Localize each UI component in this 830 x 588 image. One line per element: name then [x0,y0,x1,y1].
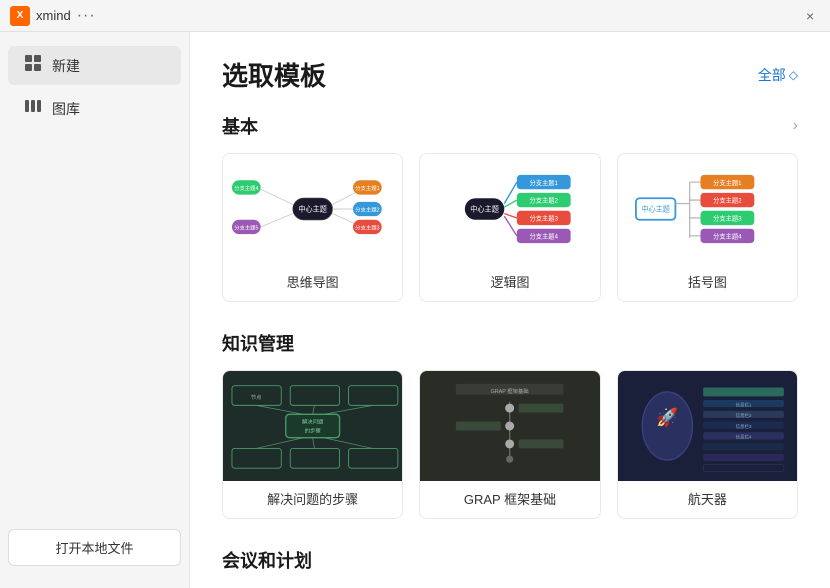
section-meeting: 会议和计划 [222,547,798,573]
bracket-preview: 中心主题 分支主题1 分支主题2 [618,154,797,264]
grap-label: GRAP 框架基础 [420,481,599,518]
svg-text:分支主题2: 分支主题2 [713,196,742,205]
template-mindmap[interactable]: 中心主题 分支主题4 分支主题1 分支主题2 [222,153,403,302]
svg-text:GRAP 框架基础: GRAP 框架基础 [491,387,529,395]
svg-text:分支主题3: 分支主题3 [713,214,742,223]
template-bracket[interactable]: 中心主题 分支主题1 分支主题2 [617,153,798,302]
svg-text:分支主题3: 分支主题3 [530,214,559,223]
page-title: 选取模板 [222,56,326,93]
logic-preview: 中心主题 分支主题1 分支主题2 分支主题3 [420,154,599,264]
section-basic-title: 基本 [222,113,258,139]
new-icon [24,54,42,77]
svg-text:信息栏2: 信息栏2 [735,412,751,419]
title-bar-left: X xmind ··· [10,6,96,26]
svg-text:信息栏3: 信息栏3 [735,423,751,430]
content-area: 选取模板 全部 ◇ 基本 › 中心主题 [190,32,830,588]
section-basic: 基本 › 中心主题 分支主题4 [222,113,798,302]
title-bar-dots[interactable]: ··· [77,7,96,25]
bracket-label: 括号图 [618,264,797,301]
aerospace-preview: 🚀 信息栏1 信息栏2 信息栏3 信息栏4 [618,371,797,481]
app-name: xmind [36,8,71,23]
sidebar-item-library[interactable]: 图库 [8,89,181,128]
section-knowledge-grid: 节点 解决问题 的步骤 [222,370,798,519]
section-knowledge-title: 知识管理 [222,330,294,356]
svg-text:分支主题4: 分支主题4 [530,232,559,241]
svg-text:分支主题1: 分支主题1 [355,184,379,192]
svg-text:节点: 节点 [251,394,262,401]
sidebar-item-library-label: 图库 [52,99,80,119]
section-basic-grid: 中心主题 分支主题4 分支主题1 分支主题2 [222,153,798,302]
sidebar-bottom: 打开本地文件 [0,519,189,576]
main-layout: 新建 图库 打开本地文件 选取模板 全部 ◇ [0,32,830,588]
template-aerospace[interactable]: 🚀 信息栏1 信息栏2 信息栏3 信息栏4 [617,370,798,519]
section-meeting-title: 会议和计划 [222,547,312,573]
svg-text:分支主题3: 分支主题3 [355,224,379,232]
svg-text:分支主题1: 分支主题1 [713,178,742,187]
svg-text:分支主题5: 分支主题5 [234,224,258,232]
page-header: 选取模板 全部 ◇ [222,56,798,93]
svg-text:中心主题: 中心主题 [298,205,327,214]
section-basic-arrow[interactable]: › [793,117,798,135]
svg-text:分支主题2: 分支主题2 [530,196,559,205]
mindmap-preview: 中心主题 分支主题4 分支主题1 分支主题2 [223,154,402,264]
aerospace-label: 航天器 [618,481,797,518]
svg-text:🚀: 🚀 [656,406,678,427]
template-problem[interactable]: 节点 解决问题 的步骤 [222,370,403,519]
svg-text:分支主题2: 分支主题2 [355,206,379,214]
app-logo: X [10,6,30,26]
svg-text:信息栏4: 信息栏4 [735,434,751,441]
section-basic-header: 基本 › [222,113,798,139]
problem-preview: 节点 解决问题 的步骤 [223,371,402,481]
problem-label: 解决问题的步骤 [223,481,402,518]
filter-label: 全部 [758,65,786,85]
svg-text:信息栏1: 信息栏1 [735,401,751,408]
logic-label: 逻辑图 [420,264,599,301]
svg-text:分支主题4: 分支主题4 [713,232,742,241]
section-knowledge: 知识管理 节点 解决问题 [222,330,798,519]
svg-text:的步骤: 的步骤 [305,426,322,434]
section-meeting-header: 会议和计划 [222,547,798,573]
close-button[interactable]: × [806,9,820,23]
filter-all-button[interactable]: 全部 ◇ [758,65,798,85]
grap-preview: GRAP 框架基础 [420,371,599,481]
library-icon [24,97,42,120]
sidebar-item-new-label: 新建 [52,56,80,76]
template-logic[interactable]: 中心主题 分支主题1 分支主题2 分支主题3 [419,153,600,302]
template-grap[interactable]: GRAP 框架基础 GRAP 框 [419,370,600,519]
svg-text:中心主题: 中心主题 [641,205,670,214]
title-bar: X xmind ··· × [0,0,830,32]
sidebar: 新建 图库 打开本地文件 [0,32,190,588]
svg-text:中心主题: 中心主题 [471,205,500,214]
section-knowledge-header: 知识管理 [222,330,798,356]
open-local-button[interactable]: 打开本地文件 [8,529,181,566]
svg-text:分支主题1: 分支主题1 [530,178,559,187]
filter-arrow-icon: ◇ [789,68,798,82]
sidebar-item-new[interactable]: 新建 [8,46,181,85]
svg-text:分支主题4: 分支主题4 [234,184,258,192]
svg-text:解决问题: 解决问题 [302,417,324,425]
mindmap-label: 思维导图 [223,264,402,301]
